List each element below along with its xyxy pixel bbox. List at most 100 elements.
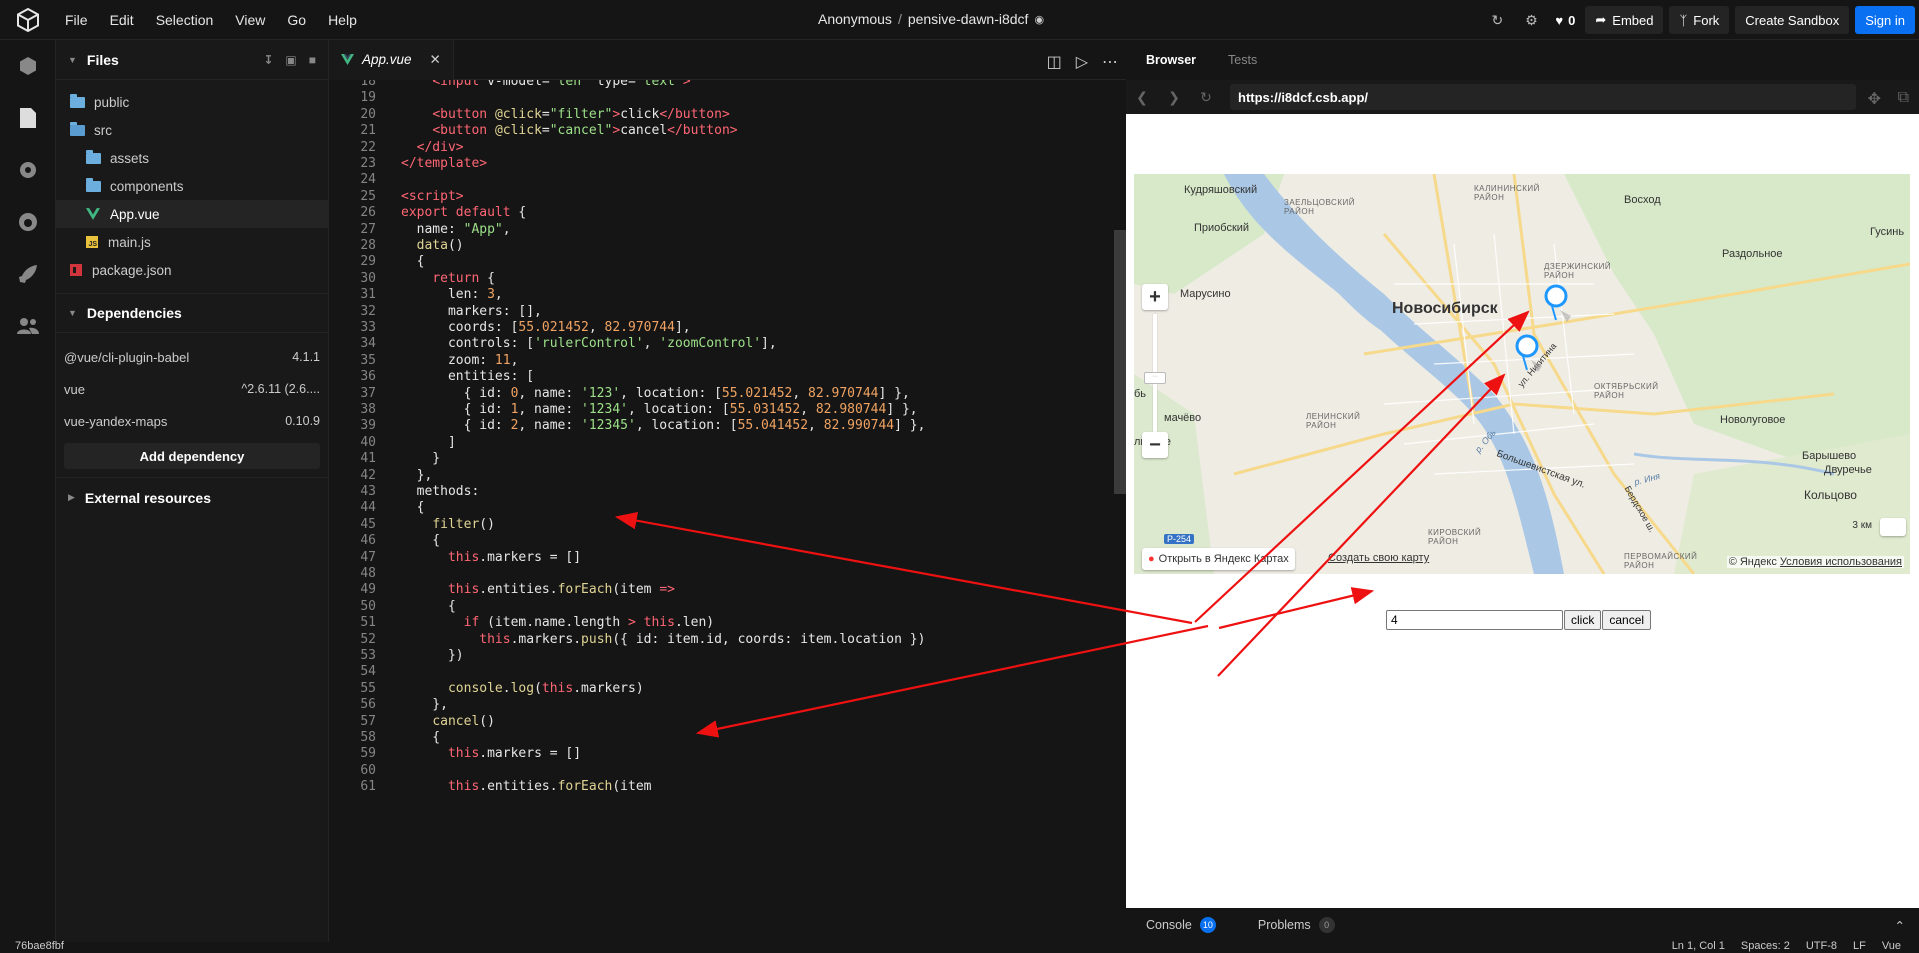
embed-button[interactable]: ➦ Embed	[1585, 6, 1664, 34]
github-icon[interactable]	[0, 196, 56, 248]
header-actions: ↻ ⚙ ♥ 0 ➦ Embed ᛉ Fork Create Sandbox Sign…	[1483, 0, 1919, 40]
open-new-window-icon[interactable]: ⧉	[1898, 89, 1909, 107]
dependency-version[interactable]: 0.10.9	[285, 414, 320, 428]
map-district: КИРОВСКИЙ РАЙОН	[1428, 528, 1482, 546]
like-button[interactable]: ♥ 0	[1551, 6, 1579, 34]
line-number: 61	[360, 779, 376, 795]
tree-item[interactable]: public	[56, 88, 328, 116]
cancel-button[interactable]: cancel	[1602, 610, 1652, 630]
gear-icon[interactable]: ⚙	[1517, 6, 1545, 34]
forward-icon[interactable]: ❯	[1158, 89, 1190, 106]
sign-in-label: Sign in	[1865, 12, 1905, 28]
map-district: КАЛИНИНСКИЙ РАЙОН	[1474, 184, 1540, 202]
map-district: ДЗЕРЖИНСКИЙ РАЙОН	[1544, 262, 1612, 280]
preview-icon[interactable]: ▷	[1076, 52, 1088, 72]
language-mode[interactable]: Vue	[1882, 940, 1901, 952]
new-file-icon[interactable]: ▣	[285, 53, 296, 67]
new-folder-icon[interactable]: ■	[309, 53, 316, 67]
ruler-button[interactable]	[1880, 518, 1906, 536]
click-button[interactable]: click	[1564, 610, 1602, 630]
tab-console[interactable]: Console 10	[1146, 917, 1216, 933]
split-view-icon[interactable]: ◫	[1047, 52, 1062, 72]
menu-view[interactable]: View	[235, 12, 265, 28]
reload-icon[interactable]: ↻	[1190, 89, 1222, 106]
map-scale: 3 км	[1852, 520, 1872, 531]
tree-item[interactable]: package.json	[56, 256, 328, 284]
indentation[interactable]: Spaces: 2	[1741, 940, 1790, 952]
cursor-position[interactable]: Ln 1, Col 1	[1672, 940, 1725, 952]
code-area[interactable]: 18 <input v-model="len" type="text"> 19 20…	[329, 80, 1126, 942]
sandbox-title: Anonymous / pensive-dawn-i8dcf ◉	[818, 11, 1044, 27]
files-title: Files	[86, 51, 119, 68]
url-bar[interactable]: https://i8dcf.csb.app/	[1230, 84, 1856, 110]
map-district: ОКТЯБРЬСКИЙ РАЙОН	[1594, 382, 1659, 400]
map-copyright: © Яндекс Условия использования	[1726, 556, 1904, 568]
maximize-icon[interactable]: ⌃	[1895, 918, 1905, 933]
copyright-text: © Яндекс	[1728, 556, 1777, 568]
map-marker-icon[interactable]	[1514, 334, 1544, 377]
create-sandbox-button[interactable]: Create Sandbox	[1735, 6, 1850, 34]
dependency-name: @vue/cli-plugin-babel	[64, 349, 190, 365]
tree-item[interactable]: src	[56, 116, 328, 144]
len-input[interactable]: 4	[1386, 610, 1563, 630]
tab-browser[interactable]: Browser	[1146, 53, 1196, 67]
menu-file[interactable]: File	[65, 12, 88, 28]
menu-go[interactable]: Go	[287, 12, 306, 28]
tree-item[interactable]: App.vue	[56, 200, 328, 228]
create-sandbox-label: Create Sandbox	[1745, 12, 1840, 28]
zoom-slider-thumb[interactable]: ⋯	[1144, 372, 1166, 384]
menu-edit[interactable]: Edit	[110, 12, 134, 28]
sandbox-name[interactable]: pensive-dawn-i8dcf	[908, 11, 1029, 27]
external-resources-header[interactable]: ▶ External resources	[56, 477, 328, 517]
tree-item-label: App.vue	[110, 206, 160, 222]
gear-icon[interactable]	[0, 144, 56, 196]
cube-icon[interactable]	[0, 40, 56, 92]
end-of-line[interactable]: LF	[1853, 940, 1866, 952]
dependency-item[interactable]: @vue/cli-plugin-babel 4.1.1	[56, 341, 328, 373]
fork-button[interactable]: ᛉ Fork	[1669, 6, 1730, 34]
map-label: Восход	[1624, 194, 1661, 206]
fork-label: Fork	[1693, 12, 1720, 28]
rocket-icon[interactable]	[0, 248, 56, 300]
create-map-link[interactable]: Создать свою карту	[1328, 552, 1429, 564]
dependency-name: vue-yandex-maps	[64, 413, 168, 429]
tab-app-vue[interactable]: App.vue ✕	[329, 39, 454, 80]
tree-item[interactable]: assets	[56, 144, 328, 172]
close-icon[interactable]: ✕	[430, 52, 441, 68]
tab-tests[interactable]: Tests	[1228, 53, 1257, 67]
dependency-item[interactable]: vue ^2.6.11 (2.6....	[56, 373, 328, 405]
codesandbox-logo-icon[interactable]	[0, 0, 56, 40]
users-icon[interactable]	[0, 300, 56, 352]
dependency-item[interactable]: vue-yandex-maps 0.10.9	[56, 405, 328, 437]
code-line[interactable]: 61 this.entities.forEach(item	[329, 777, 1119, 797]
dependency-version[interactable]: ^2.6.11 (2.6....	[241, 382, 320, 396]
more-icon[interactable]: ⋯	[1102, 52, 1118, 72]
files-header[interactable]: ▼ Files ↧ ▣ ■	[56, 40, 328, 80]
click-button-label: click	[1571, 613, 1595, 627]
map-city-label: Новосибирск	[1392, 300, 1498, 317]
terms-link[interactable]: Условия использования	[1780, 556, 1902, 568]
menu-help[interactable]: Help	[328, 12, 357, 28]
dependency-version[interactable]: 4.1.1	[292, 350, 320, 364]
dependencies-header[interactable]: ▼ Dependencies	[56, 293, 328, 333]
zoom-out-button[interactable]: −	[1142, 432, 1168, 458]
zoom-in-button[interactable]: +	[1142, 284, 1168, 310]
sign-in-button[interactable]: Sign in	[1855, 6, 1915, 34]
move-icon[interactable]: ✥	[1868, 89, 1881, 109]
file-icon[interactable]	[0, 92, 56, 144]
back-icon[interactable]: ❮	[1126, 89, 1158, 106]
tree-item[interactable]: JS main.js	[56, 228, 328, 256]
open-in-yandex-button[interactable]: ● Открыть в Яндекс Картах	[1142, 548, 1295, 570]
tree-item-label: public	[94, 94, 130, 110]
menu-selection[interactable]: Selection	[156, 12, 214, 28]
encoding[interactable]: UTF-8	[1806, 940, 1837, 952]
tree-item[interactable]: components	[56, 172, 328, 200]
tab-problems[interactable]: Problems 0	[1258, 917, 1335, 933]
yandex-map[interactable]: Кудряшовский Приобский Марусино Восход Р…	[1134, 174, 1910, 574]
download-icon[interactable]: ↧	[263, 53, 273, 67]
map-marker-icon[interactable]	[1543, 284, 1573, 327]
refresh-icon[interactable]: ↻	[1483, 6, 1511, 34]
owner-name[interactable]: Anonymous	[818, 11, 892, 27]
add-dependency-button[interactable]: Add dependency	[64, 443, 320, 469]
external-resources-title: External resources	[84, 489, 211, 506]
